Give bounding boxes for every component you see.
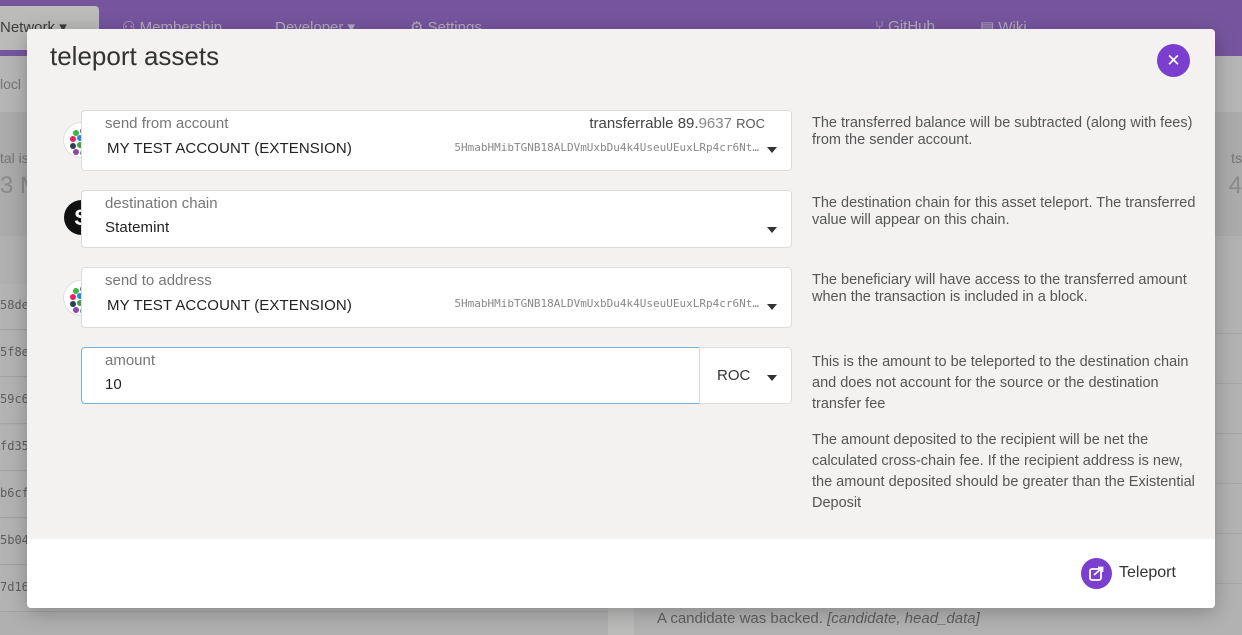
share-icon bbox=[1081, 558, 1112, 589]
destination-help: The destination chain for this asset tel… bbox=[812, 195, 1196, 228]
balance-fraction: 9637 bbox=[698, 115, 732, 132]
teleport-modal: teleport assets ✕ send from account tran… bbox=[27, 29, 1215, 608]
modal-title: teleport assets bbox=[50, 41, 220, 71]
fee-note: The amount deposited to the recipient wi… bbox=[812, 432, 1195, 511]
modal-footer: Teleport bbox=[27, 539, 1215, 608]
recipient-account-name: MY TEST ACCOUNT (EXTENSION) bbox=[107, 297, 352, 314]
amount-unit-dropdown[interactable]: ROC bbox=[699, 347, 792, 404]
send-from-label: send from account bbox=[105, 115, 229, 132]
chevron-down-icon bbox=[767, 304, 777, 310]
send-to-label: send to address bbox=[105, 272, 212, 289]
amount-input[interactable]: amount 10 bbox=[81, 347, 700, 404]
send-to-address-dropdown[interactable]: send to address MY TEST ACCOUNT (EXTENSI… bbox=[81, 267, 792, 328]
destination-value: Statemint bbox=[105, 219, 170, 236]
transferrable-balance: transferrable 89.9637 ROC bbox=[589, 115, 765, 132]
close-button[interactable]: ✕ bbox=[1157, 44, 1190, 77]
chevron-down-icon bbox=[767, 227, 777, 233]
sender-account-name: MY TEST ACCOUNT (EXTENSION) bbox=[107, 140, 352, 157]
amount-unit: ROC bbox=[717, 367, 751, 384]
send-to-help: The beneficiary will have access to the … bbox=[812, 272, 1187, 305]
amount-label: amount bbox=[105, 352, 156, 369]
destination-chain-dropdown[interactable]: destination chain Statemint bbox=[81, 190, 792, 248]
send-from-help: The transferred balance will be subtract… bbox=[812, 115, 1193, 148]
sender-address: 5HmabHMibTGNB18ALDVmUxbDu4k4UseuUEuxLRp4… bbox=[454, 141, 759, 154]
chevron-down-icon bbox=[767, 147, 777, 153]
balance-label: transferrable bbox=[589, 115, 674, 132]
recipient-address: 5HmabHMibTGNB18ALDVmUxbDu4k4UseuUEuxLRp4… bbox=[454, 297, 759, 310]
amount-value[interactable]: 10 bbox=[105, 376, 122, 393]
send-from-account-dropdown[interactable]: send from account transferrable 89.9637 … bbox=[81, 110, 792, 171]
balance-unit: ROC bbox=[736, 116, 765, 131]
close-icon: ✕ bbox=[1166, 51, 1181, 70]
balance-integer: 89. bbox=[677, 115, 699, 132]
teleport-label: Teleport bbox=[1119, 564, 1176, 581]
destination-label: destination chain bbox=[105, 195, 218, 212]
chevron-down-icon bbox=[767, 375, 777, 381]
amount-help: This is the amount to be teleported to t… bbox=[812, 354, 1189, 412]
